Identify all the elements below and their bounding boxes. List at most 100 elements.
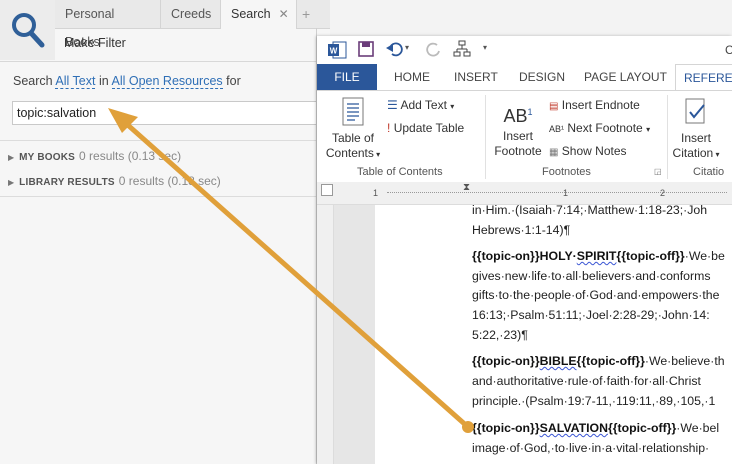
endnote-label: Insert Endnote (561, 98, 640, 112)
results-count: 0 results (0.18 sec) (118, 174, 221, 188)
next-footnote-icon: AB¹ (549, 124, 565, 134)
divider (0, 196, 330, 197)
search-scope-line: Search All Text in All Open Resources fo… (13, 74, 241, 89)
document-text-run: BIBLE (539, 354, 577, 368)
word-window: W ▾ ▾ C FILE HOME INSERT DESIGN PAGE LAY… (317, 36, 732, 464)
redo-icon[interactable] (425, 40, 443, 58)
tab-page-layout[interactable]: PAGE LAYOUT (584, 64, 667, 90)
footnote-label-2: Footnote (494, 144, 542, 158)
citation-label-2-wrap: Citation ▾ (671, 146, 721, 162)
customize-qat-icon[interactable]: ▾ (483, 43, 487, 52)
divider (0, 140, 330, 141)
ribbon-tab-strip: FILE HOME INSERT DESIGN PAGE LAYOUT REFE… (317, 64, 732, 91)
results-library[interactable]: ▶ LIBRARY RESULTS 0 results (0.18 sec) (8, 174, 221, 188)
document-line[interactable]: 16:13;·Psalm·51:11;·Joel·2:28-29;·John·1… (472, 306, 732, 326)
document-text-run: 16:13;·Psalm·51:11;·Joel·2:28-29;·John·1… (472, 308, 710, 322)
footnote-icon: AB1 (503, 106, 533, 126)
document-line[interactable]: gifts·to·the·people·of·God·and·empowers·… (472, 286, 732, 306)
tab-file[interactable]: FILE (317, 64, 377, 90)
divider (0, 61, 330, 62)
ruler-mark: 1 (373, 188, 379, 198)
magnifier-icon (11, 13, 44, 48)
tab-selector-icon[interactable] (321, 184, 333, 196)
document-line[interactable]: {{topic-on}}BIBLE{{topic-off}}·We·believ… (472, 352, 732, 372)
insert-endnote-button[interactable]: ▤ Insert Endnote (549, 98, 640, 112)
footnote-label-1: Insert (502, 129, 533, 143)
next-footnote-button[interactable]: AB¹ Next Footnote ▾ (549, 121, 650, 135)
group-label-footnotes: Footnotes (542, 166, 591, 178)
expand-triangle-icon: ▶ (8, 178, 15, 187)
insert-footnote-button[interactable]: AB1 Insert Footnote (492, 99, 544, 159)
tab-references[interactable]: REFEREN (675, 64, 732, 91)
document-line[interactable]: and·authoritative·rule·of·faith·for·all·… (472, 372, 732, 392)
update-table-label: Update Table (393, 121, 465, 135)
add-text-label: Add Text (400, 98, 447, 112)
document-text-run: and·authoritative·rule·of·faith·for·all·… (472, 374, 701, 388)
group-divider (485, 95, 486, 179)
undo-dropdown-icon[interactable]: ▾ (405, 43, 409, 52)
resources-link[interactable]: All Open Resources (111, 74, 223, 89)
citation-label-2: Citation (672, 146, 714, 160)
document-text-run: 5:22,·23)¶ (472, 328, 528, 342)
show-notes-button[interactable]: ▦ Show Notes (549, 144, 627, 158)
table-of-contents-button[interactable]: Table of Contents ▾ (325, 97, 381, 162)
next-footnote-label: Next Footnote (567, 121, 643, 135)
results-count: 0 results (0.13 sec) (79, 149, 182, 163)
document-text-run: principle.·(Psalm·19:7-11,·119:11,·89,·1… (472, 394, 716, 408)
ruler-ticks (387, 192, 727, 194)
document-text-run: gives·new·life·to·all·believers·and·conf… (472, 269, 711, 283)
tab-creeds[interactable]: Creeds (161, 0, 221, 28)
quick-access-toolbar: W ▾ ▾ C (317, 36, 732, 64)
save-icon[interactable] (357, 40, 375, 58)
document-line[interactable]: {{topic-on}}HOLY·SPIRIT{{topic-off}}·We·… (472, 247, 732, 267)
document-text-run: SALVATION (539, 421, 608, 435)
document-text-run: {{topic-on}}HOLY· (472, 249, 577, 263)
document-line[interactable]: principle.·(Psalm·19:7-11,·119:11,·89,·1… (472, 392, 732, 412)
document-line[interactable]: {{topic-on}}SALVATION{{topic-off}}·We·be… (472, 419, 732, 439)
document-line[interactable]: gives·new·life·to·all·believers·and·conf… (472, 267, 732, 287)
document-text-run: {{topic-on}} (472, 354, 540, 368)
toc-label-2-wrap: Contents ▾ (325, 146, 381, 162)
search-input[interactable]: topic:salvation (12, 101, 330, 125)
document-text-run: ·We·be (684, 249, 725, 263)
footnote-dialog-launcher-icon[interactable]: ◲ (654, 167, 662, 176)
document-line[interactable]: Hebrews·1:1-14)¶ (472, 221, 732, 241)
ribbon-references: Table of Contents ▾ ☰ Add Text ▾ ! Updat… (317, 90, 732, 184)
document-text-run: gifts·to·the·people·of·God·and·empowers·… (472, 288, 720, 302)
update-table-button[interactable]: ! Update Table (387, 121, 464, 135)
document-line[interactable]: image·of·God,·to·live·in·a·vital·relatio… (472, 439, 732, 459)
document-text-run: {{topic-off}} (607, 421, 677, 435)
dropdown-arrow-icon: ▾ (713, 150, 720, 159)
update-table-icon: ! (387, 121, 391, 135)
tab-insert[interactable]: INSERT (454, 64, 498, 90)
insert-citation-button[interactable]: Insert Citation ▾ (671, 97, 721, 162)
dropdown-arrow-icon: ▾ (646, 125, 651, 134)
results-label: LIBRARY RESULTS (19, 177, 115, 188)
tab-home[interactable]: HOME (394, 64, 430, 90)
add-text-icon: ☰ (387, 98, 398, 112)
document-line[interactable]: 5:22,·23)¶ (472, 326, 732, 346)
document-text-run: SPIRIT (576, 249, 617, 263)
tab-design[interactable]: DESIGN (519, 64, 565, 90)
tab-personal-books[interactable]: Personal Books (55, 0, 161, 49)
results-my-books[interactable]: ▶ MY BOOKS 0 results (0.13 sec) (8, 149, 181, 163)
scope-link[interactable]: All Text (55, 74, 96, 89)
undo-icon[interactable] (385, 40, 403, 58)
document-line[interactable]: in·Him.·(Isaiah·7:14;·Matthew·1:18-23;·J… (472, 201, 732, 221)
word-app-icon: W (328, 41, 347, 59)
dropdown-arrow-icon: ▾ (450, 102, 455, 111)
add-tab-button[interactable]: + (302, 0, 310, 28)
make-filter-button[interactable]: Make Filter (64, 36, 126, 50)
search-panel-button[interactable] (0, 0, 55, 60)
close-tab-icon[interactable]: ✕ (279, 7, 289, 21)
group-divider (667, 95, 668, 179)
document-text-run: image·of·God,·to·live·in·a·vital·relatio… (472, 441, 710, 455)
tab-search[interactable]: Search ✕ (221, 0, 297, 29)
group-label-toc: Table of Contents (357, 166, 443, 178)
document-text-run: {{topic-off}} (576, 354, 645, 368)
tab-label: Creeds (171, 7, 212, 21)
citation-label-1: Insert (680, 131, 711, 145)
add-text-button[interactable]: ☰ Add Text ▾ (387, 98, 454, 112)
org-chart-icon[interactable] (453, 40, 471, 58)
tab-label: Search (231, 7, 271, 21)
